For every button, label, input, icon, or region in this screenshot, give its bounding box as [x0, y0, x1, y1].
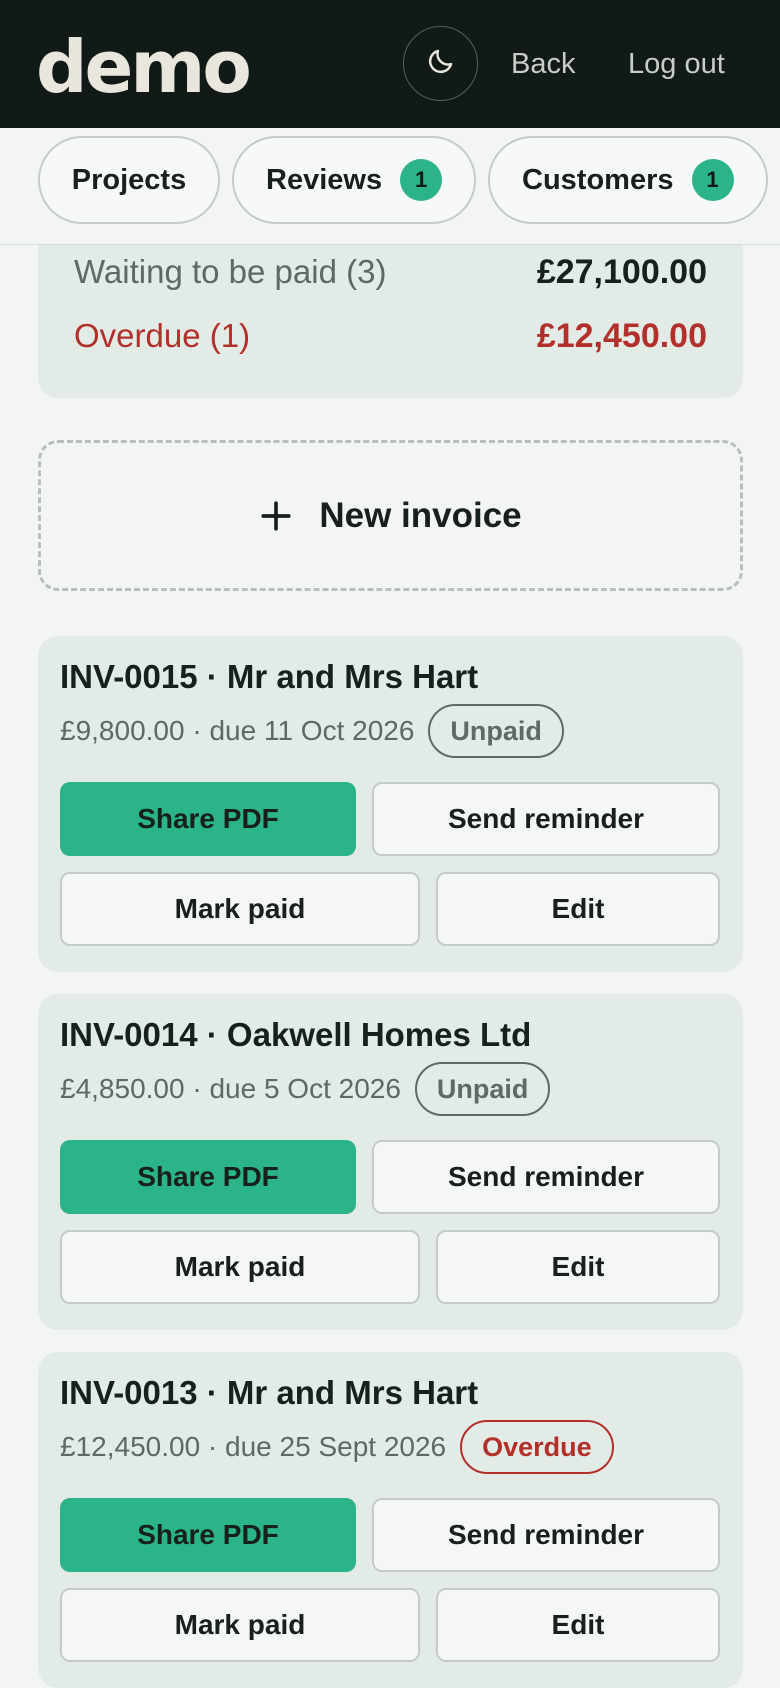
invoice-amount-due: £12,450.00 · due 25 Sept 2026 [60, 1431, 447, 1462]
send-reminder-button[interactable]: Send reminder [372, 782, 720, 856]
count-badge: 1 [400, 159, 443, 201]
waiting-amount: £27,100.00 [536, 253, 707, 291]
invoice-meta: £9,800.00 · due 11 Oct 2026 Unpaid [60, 704, 564, 758]
tabs-bar: Projects Reviews 1 Customers 1 [0, 128, 780, 245]
logout-link[interactable]: Log out [628, 46, 725, 82]
logo[interactable]: demo [36, 22, 252, 112]
count-badge: 1 [691, 159, 734, 201]
tab-label: Reviews [266, 163, 383, 196]
edit-button[interactable]: Edit [436, 872, 720, 946]
new-invoice-label: New invoice [319, 495, 522, 535]
tab-customers[interactable]: Customers 1 [488, 136, 768, 224]
share-pdf-button[interactable]: Share PDF [60, 1498, 356, 1572]
invoice-meta: £12,450.00 · due 25 Sept 2026 Overdue [60, 1420, 614, 1474]
waiting-label: Waiting to be paid (3) [74, 253, 387, 290]
invoice-meta: £4,850.00 · due 5 Oct 2026 Unpaid [60, 1062, 551, 1116]
invoice-title: INV-0013 · Mr and Mrs Hart [60, 1374, 479, 1411]
invoice-card: INV-0014 · Oakwell Homes Ltd £4,850.00 ·… [38, 994, 743, 1330]
mark-paid-button[interactable]: Mark paid [60, 1588, 420, 1662]
app-header: demo Back Log out [0, 0, 780, 128]
invoice-amount-due: £9,800.00 · due 11 Oct 2026 [60, 715, 415, 746]
new-invoice-button[interactable]: New invoice [38, 440, 743, 591]
back-link[interactable]: Back [511, 46, 575, 82]
edit-button[interactable]: Edit [436, 1230, 720, 1304]
invoice-amount-due: £4,850.00 · due 5 Oct 2026 [60, 1073, 401, 1104]
overdue-amount: £12,450.00 [536, 317, 707, 355]
send-reminder-button[interactable]: Send reminder [372, 1498, 720, 1572]
tab-projects[interactable]: Projects [38, 136, 220, 224]
status-badge: Overdue [460, 1420, 614, 1474]
tab-reviews[interactable]: Reviews 1 [232, 136, 476, 224]
theme-toggle-button[interactable] [403, 26, 478, 101]
moon-icon [426, 46, 456, 81]
tab-label: Customers [522, 163, 674, 196]
share-pdf-button[interactable]: Share PDF [60, 782, 356, 856]
waiting-summary-row: Waiting to be paid (3) £27,100.00 [74, 253, 707, 293]
invoice-title: INV-0015 · Mr and Mrs Hart [60, 658, 479, 695]
invoice-title: INV-0014 · Oakwell Homes Ltd [60, 1016, 532, 1053]
payment-summary-card: Waiting to be paid (3) £27,100.00 Overdu… [38, 245, 743, 398]
status-badge: Unpaid [414, 1062, 551, 1116]
overdue-summary-row: Overdue (1) £12,450.00 [74, 317, 707, 357]
invoice-card: INV-0013 · Mr and Mrs Hart £12,450.00 · … [38, 1352, 743, 1688]
edit-button[interactable]: Edit [436, 1588, 720, 1662]
send-reminder-button[interactable]: Send reminder [372, 1140, 720, 1214]
tab-label: Projects [71, 163, 187, 196]
invoice-card: INV-0015 · Mr and Mrs Hart £9,800.00 · d… [38, 636, 743, 972]
status-badge: Unpaid [428, 704, 564, 758]
plus-icon [259, 499, 293, 533]
share-pdf-button[interactable]: Share PDF [60, 1140, 356, 1214]
mark-paid-button[interactable]: Mark paid [60, 1230, 420, 1304]
mark-paid-button[interactable]: Mark paid [60, 872, 420, 946]
overdue-label: Overdue (1) [74, 317, 251, 354]
